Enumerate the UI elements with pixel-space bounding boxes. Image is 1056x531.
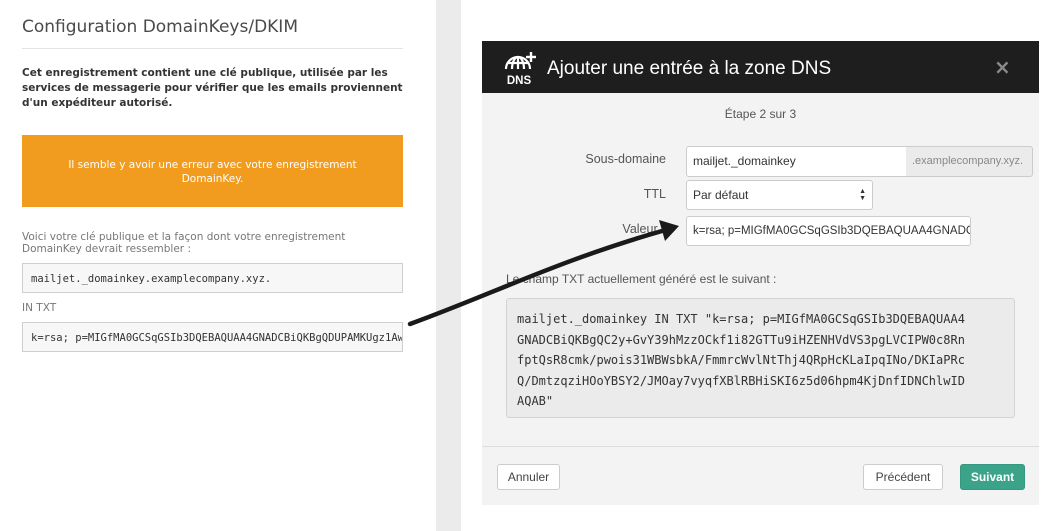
txt-preview-line: fptQsR8cmk/pwois31WBWsbkA/FmmrcWvlNtThj4… bbox=[517, 353, 965, 367]
required-marker: * bbox=[661, 222, 666, 236]
step-indicator: Étape 2 sur 3 bbox=[724, 107, 797, 121]
value-input[interactable]: k=rsa; p=MIGfMA0GCSqGSIb3DQEBAQUAA4GNADC… bbox=[686, 216, 971, 246]
dkim-host-field[interactable]: mailjet._domainkey.examplecompany.xyz. bbox=[22, 263, 403, 293]
modal-title: Ajouter une entrée à la zone DNS bbox=[547, 58, 832, 79]
page-title: Configuration DomainKeys/DKIM bbox=[22, 17, 298, 37]
modal-footer-divider bbox=[482, 446, 1039, 447]
txt-preview-line: Q/DmtzqziHOoYBSY2/JMOay7vyqfXBlRBHiSKI6z… bbox=[517, 373, 965, 388]
txt-preview-line: GNADCBiQKBgQC2y+GvY39hMzzOCkf1i82GTTu9iH… bbox=[517, 332, 965, 347]
select-arrows-icon: ▲ ▼ bbox=[859, 188, 866, 202]
ttl-select[interactable]: Par défaut ▲ ▼ bbox=[686, 180, 873, 210]
txt-preview-line: AQAB" bbox=[517, 394, 554, 408]
panel-separator bbox=[436, 0, 461, 531]
public-key-intro: Voici votre clé publique et la façon don… bbox=[22, 231, 346, 255]
subdomain-suffix: .examplecompany.xyz. bbox=[906, 146, 1033, 177]
txt-preview-line: mailjet._domainkey IN TXT "k=rsa; p=MIGf… bbox=[517, 312, 965, 326]
cancel-button[interactable]: Annuler bbox=[497, 464, 560, 490]
dkim-value-field[interactable]: k=rsa; p=MIGfMA0GCSqGSIb3DQEBAQUAA4GNADC… bbox=[22, 322, 403, 352]
dkim-config-panel: Configuration DomainKeys/DKIM Cet enregi… bbox=[0, 0, 436, 531]
svg-text:DNS: DNS bbox=[507, 75, 532, 86]
value-label: Valeur * bbox=[486, 222, 666, 236]
subdomain-input[interactable]: mailjet._domainkey bbox=[686, 146, 907, 177]
title-divider bbox=[22, 48, 403, 49]
modal-header: DNS Ajouter une entrée à la zone DNS × bbox=[482, 41, 1039, 93]
next-button[interactable]: Suivant bbox=[960, 464, 1025, 490]
error-alert: Il semble y avoir une erreur avec votre … bbox=[22, 135, 403, 207]
dkim-description: Cet enregistrement contient une clé publ… bbox=[22, 67, 403, 109]
ttl-select-value: Par défaut bbox=[693, 188, 749, 202]
txt-preview-box: mailjet._domainkey IN TXT "k=rsa; p=MIGf… bbox=[506, 298, 1015, 418]
value-label-text: Valeur bbox=[622, 222, 658, 236]
subdomain-label: Sous-domaine bbox=[585, 152, 666, 166]
ttl-label: TTL bbox=[643, 187, 666, 201]
close-icon[interactable]: × bbox=[994, 57, 1011, 77]
record-type-label: IN TXT bbox=[22, 302, 57, 314]
previous-button[interactable]: Précédent bbox=[863, 464, 943, 490]
txt-preview-caption: Le champ TXT actuellement généré est le … bbox=[506, 272, 777, 286]
dns-globe-icon: DNS bbox=[504, 52, 536, 86]
dns-modal: DNS Ajouter une entrée à la zone DNS × É… bbox=[482, 41, 1039, 505]
error-alert-text: Il semble y avoir une erreur avec votre … bbox=[68, 159, 357, 185]
